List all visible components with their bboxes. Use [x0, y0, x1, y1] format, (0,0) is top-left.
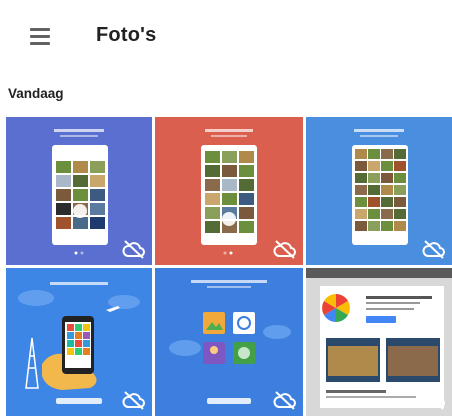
- cloud-off-icon: [122, 240, 145, 259]
- photo-tile[interactable]: [306, 268, 452, 416]
- cloud-off-icon: [422, 240, 445, 259]
- cloud-off-icon: [273, 391, 296, 410]
- photo-tile[interactable]: [155, 268, 303, 416]
- photo-tile[interactable]: [6, 117, 152, 265]
- cloud-off-icon: [273, 240, 296, 259]
- photo-tile[interactable]: [306, 117, 452, 265]
- cloud-off-icon: [422, 391, 445, 410]
- section-heading-today: Vandaag: [8, 86, 64, 101]
- app-bar: Foto's: [0, 0, 452, 76]
- hamburger-menu-icon[interactable]: [30, 28, 52, 46]
- photo-grid: [0, 117, 452, 416]
- app-title: Foto's: [96, 24, 157, 46]
- photo-tile[interactable]: [155, 117, 303, 265]
- cloud-off-icon: [122, 391, 145, 410]
- photo-tile[interactable]: [6, 268, 152, 416]
